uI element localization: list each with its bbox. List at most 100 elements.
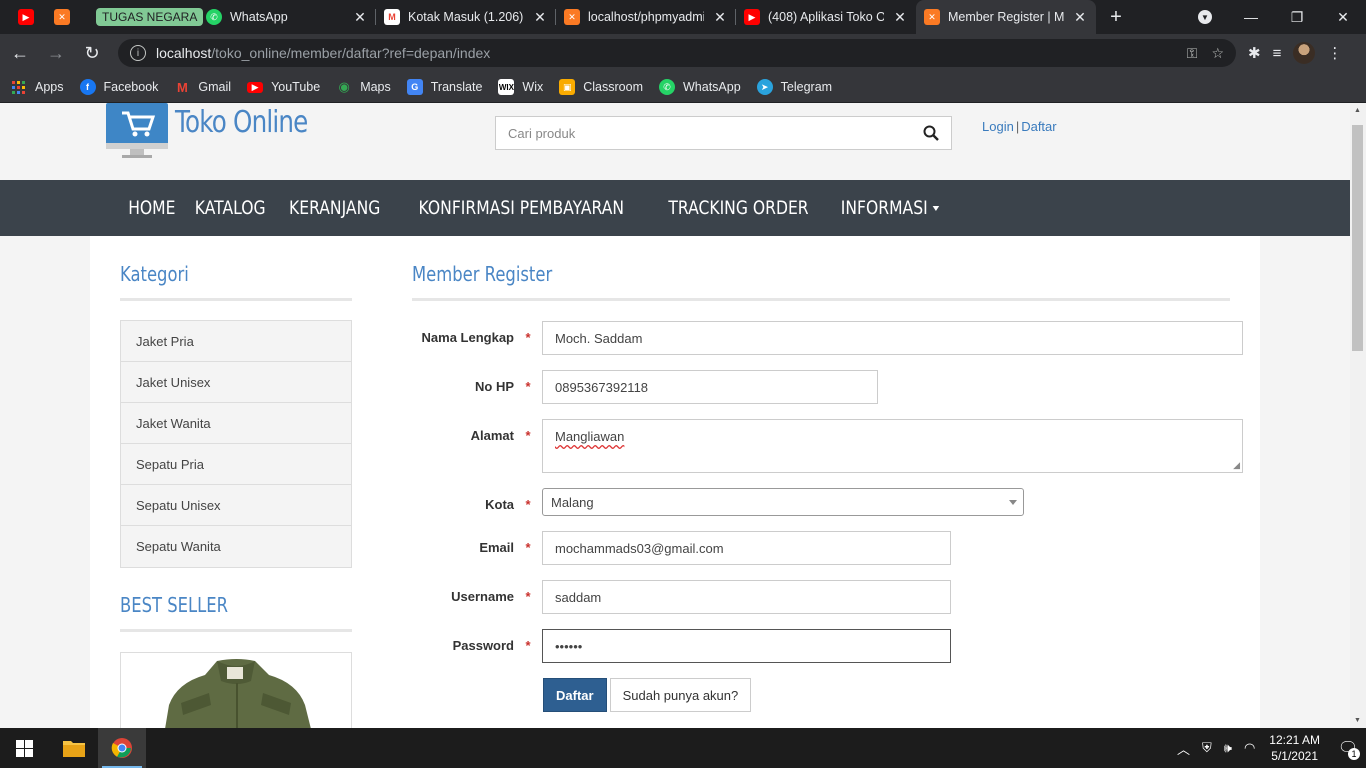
action-center-button[interactable]: 🗨 1 (1330, 728, 1366, 768)
info-icon[interactable]: i (130, 45, 146, 61)
bookmark-label: Translate (430, 80, 483, 94)
page-scrollbar[interactable]: ▲ ▼ (1350, 103, 1366, 728)
resize-handle-icon[interactable]: ◢ (1233, 460, 1240, 471)
bookmark-translate[interactable]: G Translate (406, 79, 483, 95)
taskbar-file-explorer[interactable] (50, 728, 98, 768)
wifi-icon[interactable]: ◠ (1244, 740, 1255, 756)
category-item[interactable]: Sepatu Pria (121, 444, 351, 485)
bookmark-label: Gmail (198, 80, 232, 94)
bookmark-classroom[interactable]: ▣ Classroom (559, 79, 643, 95)
bookmark-wix[interactable]: WIX Wix (498, 79, 543, 95)
caret-down-icon (932, 206, 940, 211)
bookmark-youtube[interactable]: ▶ YouTube (247, 80, 320, 94)
bookmark-label: YouTube (271, 80, 321, 94)
volume-icon[interactable]: 🕪 (1224, 740, 1232, 756)
auth-links: Login | Daftar (982, 119, 1057, 134)
address-bar[interactable]: i localhost/toko_online/member/daftar?re… (118, 39, 1236, 67)
site-logo-text[interactable]: Toko Online (175, 105, 308, 140)
register-form-section: Member Register Nama Lengkap * Moch. Sad… (412, 236, 1243, 712)
star-icon[interactable]: ☆ (1211, 45, 1224, 62)
city-selected-value: Malang (551, 494, 594, 510)
scroll-up-icon[interactable]: ▲ (1354, 107, 1361, 114)
menu-icon[interactable]: ⋮ (1327, 44, 1342, 62)
tab-whatsapp[interactable]: ✆ WhatsApp ✕ (198, 0, 376, 34)
media-queue-icon[interactable]: ≡ (1273, 45, 1282, 62)
jacket-product-image (165, 659, 311, 728)
username-input[interactable]: saddam (542, 580, 951, 614)
tab-gmail[interactable]: M Kotak Masuk (1.206) - ✕ (376, 0, 556, 34)
close-icon[interactable]: ✕ (712, 9, 728, 26)
category-item[interactable]: Sepatu Wanita (121, 526, 351, 567)
restore-button[interactable]: ❐ (1274, 0, 1320, 34)
nav-konfirmasi-pembayaran[interactable]: KONFIRMASI PEMBAYARAN (407, 197, 637, 219)
register-submit-button[interactable]: Daftar (543, 678, 607, 712)
bookmark-whatsapp[interactable]: ✆ WhatsApp (659, 79, 741, 95)
content-panel: Kategori Jaket Pria Jaket Unisex Jaket W… (90, 236, 1260, 728)
chevron-up-icon[interactable]: ︿ (1177, 739, 1190, 758)
xampp-icon: ✕ (564, 9, 580, 25)
tab-member-register[interactable]: ✕ Member Register | MS ✕ (916, 0, 1096, 34)
search-input[interactable] (508, 125, 923, 141)
tab-youtube[interactable]: ▶ (0, 0, 44, 34)
close-icon[interactable]: ✕ (352, 9, 368, 26)
bookmark-maps[interactable]: ◉ Maps (336, 79, 391, 95)
tab-xampp[interactable]: ✕ (44, 0, 86, 34)
nav-keranjang[interactable]: KERANJANG (277, 197, 393, 219)
category-item[interactable]: Jaket Pria (121, 321, 351, 362)
phone-input[interactable]: 0895367392118 (542, 370, 878, 404)
close-icon[interactable]: ✕ (892, 9, 908, 26)
minimize-button[interactable]: — (1228, 0, 1274, 34)
start-button[interactable] (0, 728, 48, 768)
extensions-icon[interactable]: ✱ (1248, 44, 1261, 62)
scroll-down-icon[interactable]: ▼ (1354, 717, 1361, 724)
category-title: Kategori (120, 262, 189, 286)
close-window-button[interactable]: ✕ (1320, 0, 1366, 34)
category-item[interactable]: Jaket Unisex (121, 362, 351, 403)
page-title: Member Register (412, 262, 553, 286)
nav-tracking-order[interactable]: TRACKING ORDER (656, 197, 821, 219)
defender-shield-icon[interactable]: ⛨ (1202, 740, 1212, 756)
reload-button[interactable]: ↻ (76, 37, 108, 69)
tab-search-button[interactable]: ▼ (1182, 0, 1228, 34)
taskbar-chrome[interactable] (98, 728, 146, 768)
required-mark: * (525, 638, 531, 653)
best-seller-product[interactable] (120, 652, 352, 728)
close-icon[interactable]: ✕ (1072, 9, 1088, 26)
nav-informasi-dropdown[interactable]: INFORMASI (828, 197, 951, 219)
forward-button[interactable]: → (40, 37, 72, 69)
nav-katalog[interactable]: KATALOG (182, 197, 277, 219)
login-link[interactable]: Login (982, 119, 1014, 134)
new-tab-button[interactable]: + (1096, 0, 1136, 34)
page-viewport: Toko Online Login|Daftar HOME KATALOG KE… (0, 103, 1350, 728)
name-input[interactable]: Moch. Saddam (542, 321, 1243, 355)
bookmark-telegram[interactable]: ➤ Telegram (756, 79, 832, 95)
search-icon[interactable] (923, 125, 939, 141)
address-textarea[interactable]: Mangliawan ◢ (542, 419, 1243, 473)
youtube-icon: ▶ (18, 9, 34, 25)
close-icon[interactable]: ✕ (532, 9, 548, 26)
category-item[interactable]: Sepatu Unisex (121, 485, 351, 526)
clock[interactable]: 12:21 AM 5/1/2021 (1269, 732, 1320, 764)
bookmark-facebook[interactable]: f Facebook (79, 79, 158, 95)
password-input[interactable]: •••••• (542, 629, 951, 663)
city-select[interactable]: Malang (542, 488, 1024, 516)
tab-phpmyadmin[interactable]: ✕ localhost/phpmyadmi ✕ (556, 0, 736, 34)
key-icon[interactable]: ⚿ (1187, 45, 1198, 62)
email-input[interactable]: mochammads03@gmail.com (542, 531, 951, 565)
scrollbar-thumb[interactable] (1352, 125, 1363, 351)
bookmark-gmail[interactable]: M Gmail (174, 79, 231, 95)
already-have-account-button[interactable]: Sudah punya akun? (609, 678, 752, 712)
bookmark-apps[interactable]: Apps (12, 80, 64, 94)
bookmark-label: Maps (360, 80, 391, 94)
nav-home[interactable]: HOME (116, 197, 188, 219)
gmail-icon: M (176, 79, 188, 95)
tab-youtube-aplikasi[interactable]: ▶ (408) Aplikasi Toko On ✕ (736, 0, 916, 34)
tab-group-tugas-negara[interactable]: TUGAS NEGARA (86, 0, 204, 34)
category-item[interactable]: Jaket Wanita (121, 403, 351, 444)
shopping-cart-monitor-icon[interactable] (104, 103, 170, 159)
form-row-name: Nama Lengkap * Moch. Saddam (412, 321, 1243, 355)
register-link[interactable]: Daftar (1021, 119, 1056, 134)
name-label: Nama Lengkap (421, 330, 514, 345)
back-button[interactable]: ← (4, 37, 36, 69)
profile-avatar[interactable] (1293, 42, 1316, 64)
